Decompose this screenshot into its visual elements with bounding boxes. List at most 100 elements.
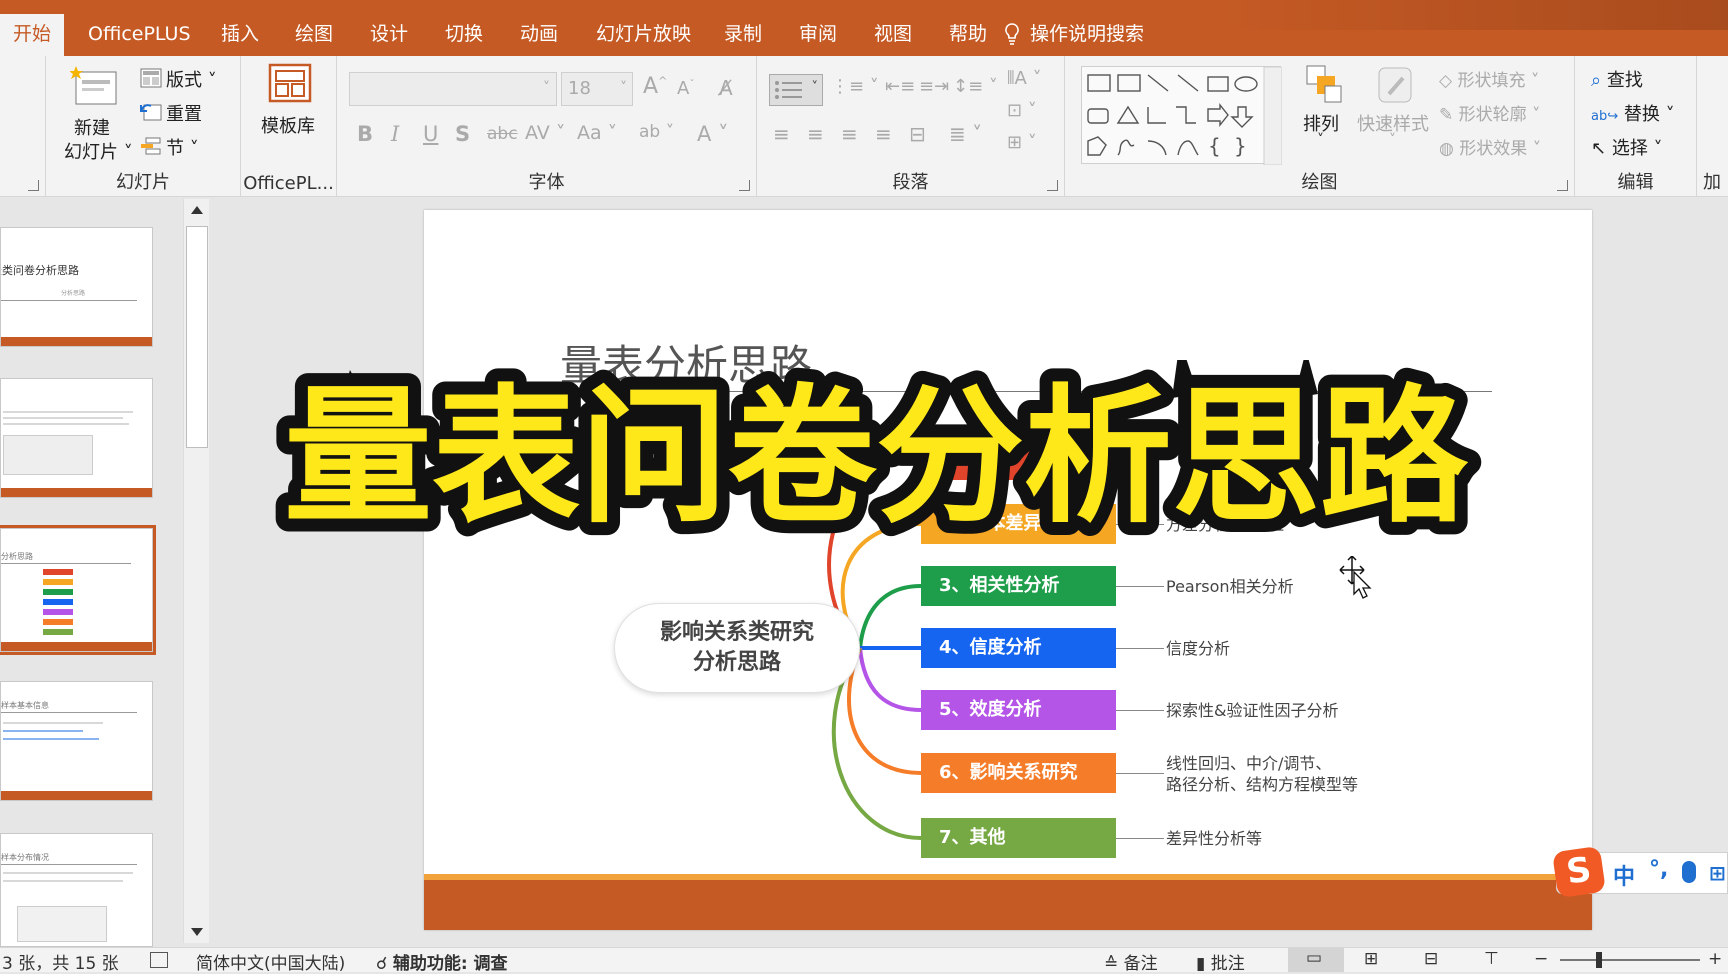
- tab-draw[interactable]: 绘图: [295, 14, 333, 54]
- book-icon: ⊟: [1424, 949, 1439, 969]
- new-slide-button[interactable]: 新建 幻灯片 ˅: [56, 62, 133, 163]
- reading-view-button[interactable]: ⊟: [1424, 949, 1438, 969]
- zoom-slider-thumb[interactable]: [1596, 952, 1602, 968]
- font-launcher-icon[interactable]: [739, 180, 750, 191]
- reset-button[interactable]: 重置: [140, 100, 240, 126]
- notes-button[interactable]: ≙ 备注: [1104, 949, 1158, 974]
- shape-effects-button[interactable]: ◍ 形状效果 ˅: [1439, 134, 1541, 159]
- line-spacing-icon[interactable]: ↕≡ ˅: [953, 76, 998, 97]
- decrease-indent-icon[interactable]: ⇤≡: [885, 76, 915, 97]
- drawing-launcher-icon[interactable]: [1557, 180, 1568, 191]
- arrange-button[interactable]: 排列 ˅: [1291, 62, 1355, 158]
- columns-icon[interactable]: ≣ ˅: [949, 122, 982, 146]
- bullets-select[interactable]: ˅: [769, 74, 823, 106]
- slide-canvas[interactable]: 量表分析思路 影响关系类研究 分析思路 1、 2、样本差异性分析 方差分析、t检…: [424, 210, 1592, 930]
- branch-3[interactable]: 3、相关性分析: [921, 566, 1116, 606]
- scroll-down-icon[interactable]: [191, 928, 203, 936]
- text-direction-icon[interactable]: ⫴A ˅: [1007, 68, 1042, 89]
- zoom-slider[interactable]: [1560, 959, 1700, 961]
- language-indicator[interactable]: 简体中文(中国大陆): [196, 949, 345, 974]
- spelling-check-icon[interactable]: [150, 952, 168, 968]
- mindmap-center-node[interactable]: 影响关系类研究 分析思路: [614, 603, 860, 693]
- ime-skin-icon[interactable]: ⊞: [1709, 861, 1726, 885]
- select-button[interactable]: ↖ 选择 ˅: [1591, 134, 1663, 160]
- comments-button[interactable]: ▮ 批注: [1196, 949, 1245, 974]
- replace-button[interactable]: ab↪ 替换 ˅: [1591, 100, 1675, 126]
- zoom-in-button[interactable]: +: [1708, 949, 1722, 969]
- bold-icon[interactable]: B: [357, 122, 373, 146]
- slide-thumbnail-5[interactable]: 样本分布情况: [0, 833, 153, 947]
- tab-animations[interactable]: 动画: [520, 14, 558, 54]
- justify-icon[interactable]: ≡: [875, 122, 892, 146]
- layout-button[interactable]: 版式 ˅: [140, 66, 240, 92]
- normal-view-button[interactable]: ▭: [1288, 948, 1344, 972]
- font-name-select[interactable]: ˅: [349, 72, 557, 106]
- tab-transitions[interactable]: 切换: [445, 14, 483, 54]
- tab-record[interactable]: 录制: [724, 14, 762, 54]
- slide-thumbnail-3[interactable]: 分析思路: [0, 525, 156, 655]
- shape-fill-button[interactable]: ◇ 形状填充 ˅: [1439, 66, 1539, 91]
- change-case-icon[interactable]: Aa ˅: [577, 122, 617, 144]
- zoom-out-button[interactable]: −: [1534, 949, 1548, 969]
- branch-desc-line2: 路径分析、结构方程模型等: [1166, 775, 1359, 794]
- shrink-font-icon[interactable]: Aˇ: [677, 78, 694, 99]
- clipboard-launcher-icon[interactable]: [28, 180, 39, 191]
- branch-7[interactable]: 7、其他: [921, 818, 1116, 858]
- numbering-icon[interactable]: ⋮≡ ˅: [831, 76, 879, 97]
- strikethrough-icon[interactable]: abc: [487, 124, 518, 144]
- ime-mode[interactable]: 中: [1613, 859, 1635, 891]
- font-size-select[interactable]: 18 ˅: [561, 72, 633, 106]
- find-button[interactable]: ⌕ 查找: [1591, 66, 1643, 92]
- shapes-gallery[interactable]: {}: [1081, 66, 1283, 166]
- microphone-icon[interactable]: [1682, 861, 1696, 883]
- highlight-icon[interactable]: ab ˅: [639, 122, 674, 142]
- ribbon: 新建 幻灯片 ˅ 版式 ˅ 重置 节 ˅ 幻灯片 模板库 OfficePL...…: [0, 56, 1728, 197]
- branch-5[interactable]: 5、效度分析: [921, 690, 1116, 730]
- tab-design[interactable]: 设计: [370, 14, 408, 54]
- thumbnail-scrollbar[interactable]: [183, 199, 209, 943]
- paragraph-group: ˅ ⋮≡ ˅ ⇤≡ ≡⇥ ↕≡ ˅ ⫴A ˅ ⊡ ˅ ⊞ ˅ ≡ ≡ ≡ ≡ ⊟…: [757, 56, 1065, 197]
- tab-help[interactable]: 帮助: [949, 14, 987, 54]
- distributed-icon[interactable]: ⊟: [909, 122, 926, 146]
- ime-punctuation[interactable]: °,: [1649, 857, 1668, 882]
- font-color-icon[interactable]: A ˅: [697, 122, 729, 146]
- ribbon-tab-bar: 开始 OfficePLUS 插入 绘图 设计 切换 动画 幻灯片放映 录制 审阅…: [0, 0, 1728, 56]
- align-text-icon[interactable]: ⊡ ˅: [1007, 100, 1037, 121]
- underline-icon[interactable]: U: [423, 122, 438, 146]
- tab-view[interactable]: 视图: [874, 14, 912, 54]
- align-left-icon[interactable]: ≡: [773, 122, 790, 146]
- char-spacing-icon[interactable]: AV ˅: [525, 122, 565, 144]
- shape-outline-button[interactable]: ✎ 形状轮廓 ˅: [1439, 100, 1541, 125]
- tab-slideshow[interactable]: 幻灯片放映: [596, 14, 691, 54]
- grow-font-icon[interactable]: A^: [643, 74, 667, 99]
- tab-review[interactable]: 审阅: [799, 14, 837, 54]
- slide-thumbnail-4[interactable]: 样本基本信息: [0, 681, 153, 801]
- clear-format-icon[interactable]: A̸: [719, 76, 733, 100]
- accessibility-indicator[interactable]: ☌ 辅助功能: 调查: [376, 949, 508, 974]
- tab-home[interactable]: 开始: [0, 14, 65, 56]
- slideshow-button[interactable]: ⊤: [1484, 949, 1499, 969]
- shadow-icon[interactable]: S: [455, 122, 470, 146]
- branch-6[interactable]: 6、影响关系研究: [921, 753, 1116, 793]
- template-library-button[interactable]: 模板库: [249, 62, 329, 144]
- scroll-up-icon[interactable]: [191, 206, 203, 214]
- quick-styles-button[interactable]: 快速样式 ˅: [1355, 62, 1435, 158]
- branch-4[interactable]: 4、信度分析: [921, 628, 1116, 668]
- section-button[interactable]: 节 ˅: [140, 134, 240, 160]
- smartart-icon[interactable]: ⊞ ˅: [1007, 132, 1037, 153]
- slide-sorter-button[interactable]: ⊞: [1364, 949, 1378, 969]
- italic-icon[interactable]: I: [391, 122, 399, 146]
- align-center-icon[interactable]: ≡: [807, 122, 824, 146]
- tab-insert[interactable]: 插入: [221, 14, 259, 54]
- move-cursor-icon: [1338, 556, 1372, 599]
- paragraph-launcher-icon[interactable]: [1047, 180, 1058, 191]
- tell-me-search[interactable]: 操作说明搜索: [1005, 14, 1144, 54]
- sogou-logo-icon[interactable]: S: [1552, 845, 1606, 899]
- align-right-icon[interactable]: ≡: [841, 122, 858, 146]
- thumb-text-line: [3, 738, 99, 740]
- increase-indent-icon[interactable]: ≡⇥: [919, 76, 949, 97]
- tab-officeplus[interactable]: OfficePLUS: [88, 14, 191, 54]
- ime-toolbar[interactable]: S 中 °, ⊞: [1552, 845, 1728, 899]
- thumb-branch: [43, 599, 73, 605]
- slide-thumbnail-1[interactable]: 表类问卷分析思路 分析思路: [0, 227, 153, 347]
